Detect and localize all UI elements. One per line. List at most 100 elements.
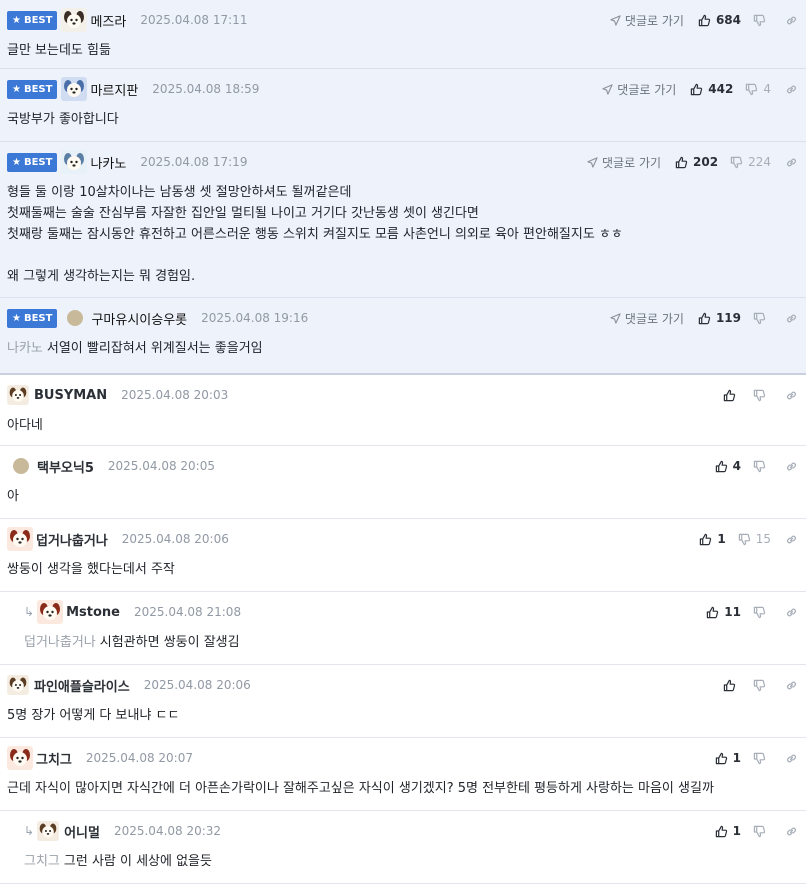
share-link-button[interactable]: [785, 156, 798, 169]
upvote-button[interactable]: 202: [675, 155, 718, 169]
avatar[interactable]: [7, 675, 29, 695]
comment-list: ★ BEST 메즈라 2025.04.08 17:11 댓글로 가기 684 글만 보는데…: [0, 0, 806, 884]
avatar[interactable]: [61, 150, 88, 174]
best-badge: ★ BEST: [7, 152, 58, 172]
downvote-button[interactable]: [753, 606, 771, 619]
upvote-button[interactable]: 1: [715, 751, 741, 765]
share-link-button[interactable]: [785, 752, 798, 765]
thumbs-up-icon: [675, 156, 688, 169]
comment-text: 왜 그렇게 생각하는지는 뭐 경험임.: [7, 269, 196, 284]
avatar[interactable]: [37, 600, 64, 624]
avatar[interactable]: [13, 458, 29, 474]
upvote-button[interactable]: [723, 389, 741, 402]
avatar[interactable]: [67, 310, 84, 326]
nickname[interactable]: 구마유시이승우롯: [91, 309, 187, 328]
comment-header: 그치그 2025.04.08 20:07 1: [7, 746, 806, 770]
upvote-button[interactable]: [723, 679, 741, 692]
comment-text: 첫째랑 둘째는 잠시동안 휴전하고 어른스러운 행동 스위치 켜질지도 모름 사…: [7, 227, 623, 242]
avatar[interactable]: [61, 8, 88, 32]
share-link-button[interactable]: [785, 679, 798, 692]
downvote-count: 15: [755, 532, 771, 546]
avatar[interactable]: [7, 527, 33, 551]
downvote-button[interactable]: 224: [730, 155, 771, 169]
avatar[interactable]: [61, 77, 88, 101]
comment-line: 5명 장가 어떻게 다 보내냐 ㄷㄷ: [7, 705, 806, 726]
link-icon: [785, 312, 798, 325]
downvote-button[interactable]: [753, 14, 771, 27]
upvote-button[interactable]: 1: [715, 824, 741, 838]
downvote-button[interactable]: [753, 460, 771, 473]
comment-actions: 댓글로 가기 442 4: [602, 78, 798, 100]
comment-line: 덥거나춥거나 시험관하면 쌍둥이 잘생김: [24, 632, 806, 653]
share-link-button[interactable]: [785, 83, 798, 96]
share-link-button[interactable]: [785, 606, 798, 619]
upvote-button[interactable]: 1: [699, 532, 726, 546]
best-comment: ★ BEST 구마유시이승우롯 2025.04.08 19:16 댓글로 가기 119 나카…: [0, 298, 806, 375]
comment-body: 그치그 그런 사람 이 세상에 없을듯: [24, 842, 806, 884]
upvote-button[interactable]: 4: [715, 459, 741, 473]
nickname[interactable]: 그치그: [36, 749, 72, 768]
nickname[interactable]: 메즈라: [90, 11, 126, 30]
share-link-button[interactable]: [785, 460, 798, 473]
comment-text: 국방부가 좋아합니다: [7, 112, 119, 127]
goto-comment-link[interactable]: 댓글로 가기: [602, 81, 676, 98]
mention-nickname[interactable]: 덥거나춥거나: [24, 635, 96, 650]
upvote-count: 119: [715, 311, 741, 325]
upvote-button[interactable]: 684: [698, 13, 741, 27]
reply-arrow-icon: ↳: [24, 824, 35, 838]
comment: 택부오닉5 2025.04.08 20:05 4 아: [0, 446, 806, 519]
upvote-button[interactable]: 11: [706, 605, 741, 619]
link-icon: [785, 14, 798, 27]
goto-comment-link[interactable]: 댓글로 가기: [610, 310, 684, 327]
nickname[interactable]: 택부오닉5: [37, 457, 94, 476]
upvote-button[interactable]: 119: [698, 311, 741, 325]
timestamp: 2025.04.08 20:03: [121, 388, 229, 402]
mention-nickname[interactable]: 나카노: [7, 341, 43, 356]
avatar[interactable]: [7, 385, 29, 405]
share-link-button[interactable]: [785, 825, 798, 838]
downvote-button[interactable]: 15: [738, 532, 771, 546]
upvote-count: 202: [693, 155, 719, 169]
best-comment: ★ BEST 나카노 2025.04.08 17:19 댓글로 가기 202 224 형들 …: [0, 142, 806, 298]
downvote-button[interactable]: [753, 679, 771, 692]
mention-nickname[interactable]: 그치그: [24, 854, 60, 869]
nickname[interactable]: 파인애플슬라이스: [34, 676, 130, 695]
downvote-button[interactable]: [753, 389, 771, 402]
goto-comment-link[interactable]: 댓글로 가기: [610, 12, 684, 29]
avatar[interactable]: [7, 746, 33, 770]
nickname[interactable]: 나카노: [90, 153, 126, 172]
downvote-button[interactable]: [753, 825, 771, 838]
share-link-button[interactable]: [785, 14, 798, 27]
upvote-count: 1: [732, 824, 741, 838]
upvote-count: 4: [732, 459, 741, 473]
nickname[interactable]: BUSYMAN: [34, 388, 107, 403]
comment-text: 아: [7, 489, 19, 504]
comment-text: 첫째둘째는 술술 잔심부름 자잘한 집안일 멀티될 나이고 거기다 갓난동생 셋…: [7, 206, 479, 221]
nickname[interactable]: 어니멀: [64, 822, 100, 841]
downvote-button[interactable]: [753, 752, 771, 765]
share-link-button[interactable]: [785, 312, 798, 325]
thumbs-down-icon: [738, 533, 751, 546]
comment-line: 글만 보는데도 힘듦: [7, 40, 806, 61]
nickname[interactable]: 덥거나춥거나: [36, 530, 108, 549]
nickname[interactable]: 마르지판: [90, 80, 138, 99]
comment-text: 시험관하면 쌍둥이 잘생김: [99, 635, 240, 650]
goto-comment-label: 댓글로 가기: [617, 82, 677, 97]
thumbs-down-icon: [753, 14, 766, 27]
comment-body: 형들 둘 이랑 10살차이나는 남동생 셋 절망안하셔도 될꺼같은데 첫째둘째는 …: [7, 173, 806, 299]
comment-text: 그런 사람 이 세상에 없을듯: [63, 854, 212, 869]
comment-body: 근데 자식이 많아지면 자식간에 더 아픈손가락이나 잘해주고싶은 자식이 생기…: [7, 769, 806, 811]
avatar[interactable]: [37, 821, 59, 841]
upvote-button[interactable]: 442: [690, 82, 733, 96]
thumbs-down-icon: [753, 679, 766, 692]
goto-comment-link[interactable]: 댓글로 가기: [587, 154, 661, 171]
downvote-button[interactable]: 4: [745, 82, 771, 96]
thumbs-down-icon: [753, 312, 766, 325]
downvote-button[interactable]: [753, 312, 771, 325]
share-link-button[interactable]: [785, 533, 798, 546]
thumbs-up-icon: [699, 533, 712, 546]
upvote-count: 1: [717, 532, 726, 546]
nickname[interactable]: Mstone: [66, 605, 120, 620]
share-link-button[interactable]: [785, 389, 798, 402]
goto-comment-label: 댓글로 가기: [624, 13, 684, 28]
